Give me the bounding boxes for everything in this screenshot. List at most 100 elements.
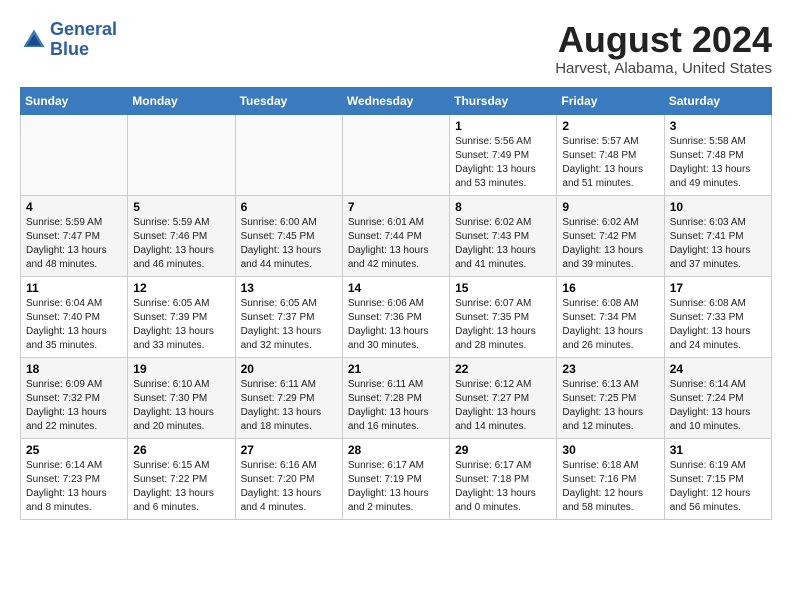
day-info: Sunrise: 6:06 AMSunset: 7:36 PMDaylight:…: [348, 297, 444, 353]
calendar-week-row: 4Sunrise: 5:59 AMSunset: 7:47 PMDaylight…: [21, 195, 772, 276]
calendar-cell: 9Sunrise: 6:02 AMSunset: 7:42 PMDaylight…: [557, 195, 664, 276]
day-header-thursday: Thursday: [450, 87, 557, 114]
calendar-week-row: 25 Sunrise: 6:14 AMSunset: 7:23 PMDayligh…: [21, 438, 772, 519]
day-number: 25: [26, 443, 122, 457]
day-number: 18: [26, 362, 122, 376]
day-number: 3: [670, 119, 766, 133]
day-number: 12: [133, 281, 229, 295]
day-header-saturday: Saturday: [664, 87, 771, 114]
day-info: Sunrise: 6:17 AMSunset: 7:19 PMDaylight:…: [348, 459, 444, 515]
day-number: 26: [133, 443, 229, 457]
day-info: Sunrise: 6:05 AMSunset: 7:39 PMDaylight:…: [133, 297, 229, 353]
day-header-monday: Monday: [128, 87, 235, 114]
day-info: Sunrise: 6:08 AMSunset: 7:33 PMDaylight:…: [670, 297, 766, 353]
calendar-cell: 11 Sunrise: 6:04 AMSunset: 7:40 PMDayligh…: [21, 276, 128, 357]
day-info: Sunrise: 6:08 AMSunset: 7:34 PMDaylight:…: [562, 297, 658, 353]
day-number: 28: [348, 443, 444, 457]
calendar-cell: 10 Sunrise: 6:03 AMSunset: 7:41 PMDayligh…: [664, 195, 771, 276]
calendar-cell: 13Sunrise: 6:05 AMSunset: 7:37 PMDayligh…: [235, 276, 342, 357]
logo-text: General Blue: [50, 20, 117, 60]
calendar-cell: 21 Sunrise: 6:11 AMSunset: 7:28 PMDayligh…: [342, 357, 449, 438]
month-title: August 2024: [555, 20, 772, 60]
calendar-cell: 26Sunrise: 6:15 AMSunset: 7:22 PMDayligh…: [128, 438, 235, 519]
calendar-cell: [235, 114, 342, 195]
day-number: 5: [133, 200, 229, 214]
day-info: Sunrise: 6:18 AMSunset: 7:16 PMDaylight:…: [562, 459, 658, 515]
calendar-cell: 1Sunrise: 5:56 AMSunset: 7:49 PMDaylight…: [450, 114, 557, 195]
day-info: Sunrise: 6:14 AMSunset: 7:23 PMDaylight:…: [26, 459, 122, 515]
calendar-cell: 29Sunrise: 6:17 AMSunset: 7:18 PMDayligh…: [450, 438, 557, 519]
calendar-cell: 19 Sunrise: 6:10 AMSunset: 7:30 PMDayligh…: [128, 357, 235, 438]
day-header-friday: Friday: [557, 87, 664, 114]
calendar-cell: 30Sunrise: 6:18 AMSunset: 7:16 PMDayligh…: [557, 438, 664, 519]
day-number: 11: [26, 281, 122, 295]
day-number: 4: [26, 200, 122, 214]
day-number: 19: [133, 362, 229, 376]
day-number: 9: [562, 200, 658, 214]
calendar-cell: 31Sunrise: 6:19 AMSunset: 7:15 PMDayligh…: [664, 438, 771, 519]
calendar-cell: 15 Sunrise: 6:07 AMSunset: 7:35 PMDayligh…: [450, 276, 557, 357]
logo-icon: [20, 26, 48, 54]
day-number: 31: [670, 443, 766, 457]
day-info: Sunrise: 6:10 AMSunset: 7:30 PMDaylight:…: [133, 378, 229, 434]
logo: General Blue: [20, 20, 117, 60]
calendar-table: SundayMondayTuesdayWednesdayThursdayFrid…: [20, 87, 772, 520]
calendar-cell: [128, 114, 235, 195]
calendar-cell: 6 Sunrise: 6:00 AMSunset: 7:45 PMDaylight…: [235, 195, 342, 276]
day-info: Sunrise: 5:59 AMSunset: 7:46 PMDaylight:…: [133, 216, 229, 272]
calendar-header-row: SundayMondayTuesdayWednesdayThursdayFrid…: [21, 87, 772, 114]
logo-line2: Blue: [50, 40, 117, 60]
day-info: Sunrise: 6:01 AMSunset: 7:44 PMDaylight:…: [348, 216, 444, 272]
title-block: August 2024 Harvest, Alabama, United Sta…: [555, 20, 772, 77]
day-number: 10: [670, 200, 766, 214]
calendar-cell: 2Sunrise: 5:57 AMSunset: 7:48 PMDaylight…: [557, 114, 664, 195]
day-number: 21: [348, 362, 444, 376]
day-number: 8: [455, 200, 551, 214]
calendar-cell: 18 Sunrise: 6:09 AMSunset: 7:32 PMDayligh…: [21, 357, 128, 438]
day-info: Sunrise: 6:09 AMSunset: 7:32 PMDaylight:…: [26, 378, 122, 434]
day-number: 22: [455, 362, 551, 376]
calendar-page: General Blue August 2024 Harvest, Alabam…: [0, 0, 792, 530]
day-number: 6: [241, 200, 337, 214]
calendar-cell: 8 Sunrise: 6:02 AMSunset: 7:43 PMDaylight…: [450, 195, 557, 276]
day-number: 15: [455, 281, 551, 295]
calendar-cell: [21, 114, 128, 195]
calendar-cell: 20 Sunrise: 6:11 AMSunset: 7:29 PMDayligh…: [235, 357, 342, 438]
calendar-cell: [342, 114, 449, 195]
day-info: Sunrise: 5:57 AMSunset: 7:48 PMDaylight:…: [562, 135, 658, 191]
calendar-cell: 27 Sunrise: 6:16 AMSunset: 7:20 PMDayligh…: [235, 438, 342, 519]
day-number: 13: [241, 281, 337, 295]
day-header-tuesday: Tuesday: [235, 87, 342, 114]
calendar-cell: 24 Sunrise: 6:14 AMSunset: 7:24 PMDayligh…: [664, 357, 771, 438]
day-info: Sunrise: 6:00 AMSunset: 7:45 PMDaylight:…: [241, 216, 337, 272]
day-info: Sunrise: 6:11 AMSunset: 7:28 PMDaylight:…: [348, 378, 444, 434]
calendar-cell: 5 Sunrise: 5:59 AMSunset: 7:46 PMDaylight…: [128, 195, 235, 276]
day-info: Sunrise: 6:04 AMSunset: 7:40 PMDaylight:…: [26, 297, 122, 353]
day-number: 7: [348, 200, 444, 214]
day-number: 17: [670, 281, 766, 295]
day-info: Sunrise: 6:16 AMSunset: 7:20 PMDaylight:…: [241, 459, 337, 515]
day-info: Sunrise: 6:14 AMSunset: 7:24 PMDaylight:…: [670, 378, 766, 434]
day-number: 1: [455, 119, 551, 133]
day-info: Sunrise: 6:07 AMSunset: 7:35 PMDaylight:…: [455, 297, 551, 353]
calendar-week-row: 11 Sunrise: 6:04 AMSunset: 7:40 PMDayligh…: [21, 276, 772, 357]
day-number: 27: [241, 443, 337, 457]
calendar-week-row: 1Sunrise: 5:56 AMSunset: 7:49 PMDaylight…: [21, 114, 772, 195]
calendar-cell: 25 Sunrise: 6:14 AMSunset: 7:23 PMDayligh…: [21, 438, 128, 519]
calendar-cell: 22Sunrise: 6:12 AMSunset: 7:27 PMDayligh…: [450, 357, 557, 438]
logo-line1: General: [50, 20, 117, 40]
day-header-sunday: Sunday: [21, 87, 128, 114]
day-info: Sunrise: 6:13 AMSunset: 7:25 PMDaylight:…: [562, 378, 658, 434]
day-number: 20: [241, 362, 337, 376]
calendar-week-row: 18 Sunrise: 6:09 AMSunset: 7:32 PMDayligh…: [21, 357, 772, 438]
day-info: Sunrise: 6:11 AMSunset: 7:29 PMDaylight:…: [241, 378, 337, 434]
calendar-cell: 17 Sunrise: 6:08 AMSunset: 7:33 PMDayligh…: [664, 276, 771, 357]
day-info: Sunrise: 6:03 AMSunset: 7:41 PMDaylight:…: [670, 216, 766, 272]
calendar-cell: 12 Sunrise: 6:05 AMSunset: 7:39 PMDayligh…: [128, 276, 235, 357]
day-number: 24: [670, 362, 766, 376]
calendar-cell: 7 Sunrise: 6:01 AMSunset: 7:44 PMDaylight…: [342, 195, 449, 276]
day-number: 14: [348, 281, 444, 295]
calendar-cell: 3Sunrise: 5:58 AMSunset: 7:48 PMDaylight…: [664, 114, 771, 195]
calendar-cell: 14 Sunrise: 6:06 AMSunset: 7:36 PMDayligh…: [342, 276, 449, 357]
day-info: Sunrise: 6:02 AMSunset: 7:43 PMDaylight:…: [455, 216, 551, 272]
